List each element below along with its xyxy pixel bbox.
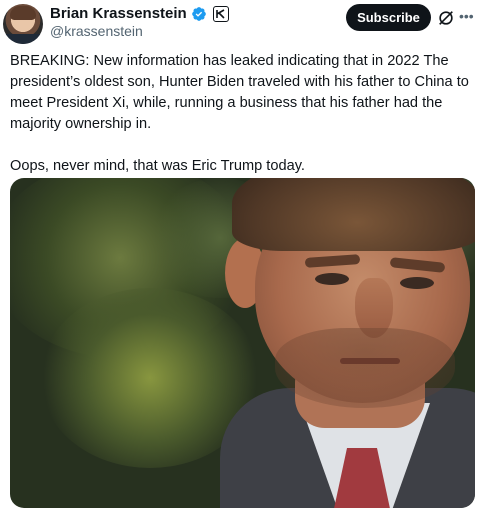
- man-eye: [315, 273, 349, 285]
- author-handle[interactable]: @krassenstein: [50, 23, 143, 39]
- tweet-paragraph-2: Oops, never mind, that was Eric Trump to…: [10, 158, 305, 174]
- man-hair: [232, 178, 475, 251]
- avatar[interactable]: [3, 4, 43, 44]
- verified-badge-icon: [191, 6, 206, 21]
- subscribe-button[interactable]: Subscribe: [346, 4, 431, 31]
- grok-icon[interactable]: [437, 9, 455, 27]
- author-name-row: Brian Krassenstein: [50, 5, 229, 22]
- avatar-hair: [10, 6, 36, 20]
- author-display-name[interactable]: Brian Krassenstein: [50, 5, 187, 22]
- avatar-shirt: [3, 34, 43, 44]
- man-eye: [400, 277, 434, 289]
- man-mouth: [340, 358, 400, 364]
- affiliation-badge-icon[interactable]: [212, 5, 229, 22]
- more-icon[interactable]: •••: [459, 8, 479, 26]
- tweet-text: BREAKING: New information has leaked ind…: [10, 51, 480, 177]
- man-beard: [275, 328, 455, 408]
- tweet-video[interactable]: [10, 178, 475, 508]
- tweet-paragraph-1: BREAKING: New information has leaked ind…: [10, 53, 469, 132]
- tweet-header: Brian Krassenstein @krassenstein Subscri…: [0, 0, 485, 44]
